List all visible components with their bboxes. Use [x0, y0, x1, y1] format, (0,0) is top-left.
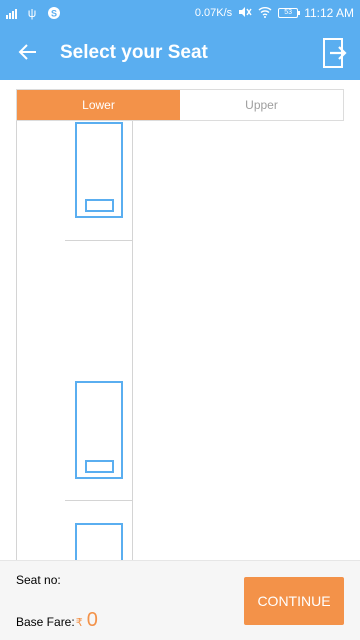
app-header: ψ S 0.07K/s 53 11:12 AM Select your Seat	[0, 0, 360, 80]
network-speed: 0.07K/s	[194, 7, 233, 19]
continue-button[interactable]: CONTINUE	[244, 577, 344, 625]
seat-pillow	[85, 199, 114, 212]
layout-divider	[16, 121, 17, 561]
app-notification-icon: S	[47, 6, 61, 20]
base-fare-amount: 0	[86, 609, 98, 631]
signal-icon	[6, 7, 17, 19]
sleeper-seat[interactable]	[75, 381, 123, 479]
base-fare: Base Fare: ₹ 0	[16, 609, 98, 632]
wifi-icon	[258, 6, 272, 20]
seat-pillow	[85, 460, 114, 473]
base-fare-label: Base Fare:	[16, 615, 75, 629]
tab-lower[interactable]: Lower	[17, 90, 180, 120]
page-title: Select your Seat	[60, 42, 208, 63]
rupee-icon: ₹	[75, 617, 83, 629]
layout-divider	[132, 121, 133, 561]
mute-icon	[238, 6, 252, 20]
clock: 11:12 AM	[304, 6, 354, 20]
battery-icon: 53	[278, 8, 301, 18]
tab-upper[interactable]: Upper	[180, 90, 343, 120]
sleeper-seat[interactable]	[75, 122, 123, 218]
seat-no-label: Seat no:	[16, 573, 61, 587]
row-divider	[65, 240, 132, 241]
usb-icon: ψ	[27, 6, 37, 20]
exit-button[interactable]	[322, 37, 350, 69]
svg-text:S: S	[51, 9, 57, 19]
arrow-left-icon	[18, 44, 36, 60]
row-divider	[65, 500, 132, 501]
app-bar: Select your Seat	[0, 28, 360, 80]
seat-layout	[16, 121, 344, 561]
back-button[interactable]	[16, 40, 40, 64]
deck-tabs: Lower Upper	[16, 89, 344, 121]
exit-icon	[323, 38, 347, 68]
status-bar: ψ S 0.07K/s 53 11:12 AM	[0, 0, 360, 28]
sleeper-seat[interactable]	[75, 523, 123, 561]
booking-summary-bar: Seat no: Base Fare: ₹ 0 CONTINUE	[0, 560, 360, 640]
